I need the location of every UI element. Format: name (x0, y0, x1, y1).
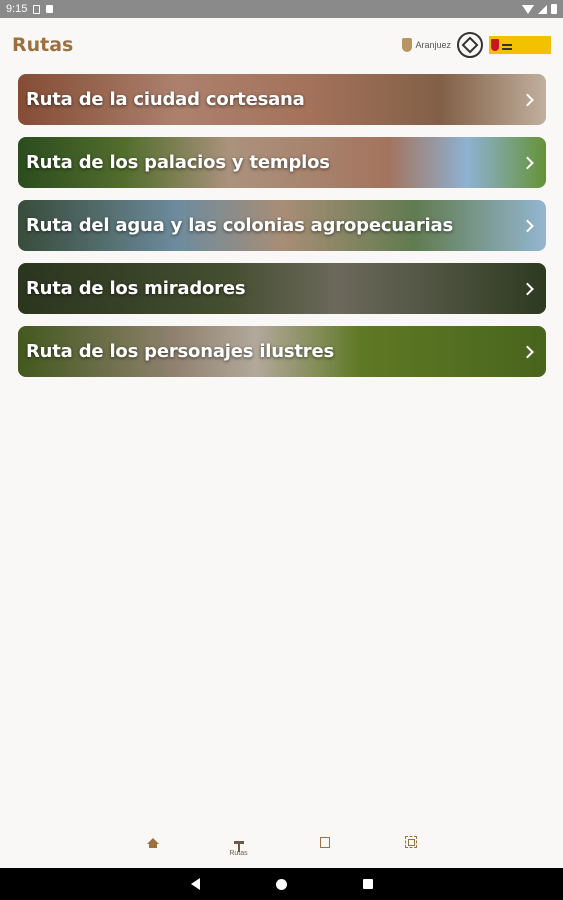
nav-home[interactable] (133, 836, 173, 848)
nav-rutas[interactable]: Rutas (219, 836, 259, 857)
shield-icon (491, 39, 499, 51)
bottom-navigation: Rutas (0, 828, 563, 868)
map-icon (319, 836, 331, 848)
unesco-logo (457, 32, 483, 58)
route-card-agua-colonias[interactable]: Ruta del agua y las colonias agropecuari… (18, 200, 546, 251)
system-navigation-bar (0, 868, 563, 900)
app-header: Rutas Aranjuez (0, 18, 563, 72)
status-bar: 9:15 (0, 0, 563, 18)
route-card-palacios-templos[interactable]: Ruta de los palacios y templos (18, 137, 546, 188)
aranjuez-logo: Aranjuez (402, 38, 451, 52)
notification-icon (33, 4, 41, 14)
government-logo (489, 36, 551, 54)
route-label: Ruta de la ciudad cortesana (26, 89, 305, 110)
route-card-personajes-ilustres[interactable]: Ruta de los personajes ilustres (18, 326, 546, 377)
nav-map[interactable] (305, 836, 345, 848)
scan-icon (404, 836, 417, 848)
home-icon (146, 836, 159, 848)
recent-apps-icon[interactable] (362, 879, 373, 889)
page-title: Rutas (12, 34, 74, 56)
crest-icon (402, 38, 413, 52)
back-icon[interactable] (190, 878, 200, 890)
signal-icon (538, 4, 547, 14)
route-label: Ruta de los palacios y templos (26, 152, 330, 173)
route-label: Ruta del agua y las colonias agropecuari… (26, 215, 453, 236)
route-card-ciudad-cortesana[interactable]: Ruta de la ciudad cortesana (18, 74, 546, 125)
aranjuez-logo-text: Aranjuez (415, 40, 451, 50)
status-time: 9:15 (6, 3, 28, 15)
sd-card-icon (46, 5, 54, 13)
route-list: Ruta de la ciudad cortesana Ruta de los … (18, 74, 546, 389)
signpost-icon (233, 836, 245, 852)
route-label: Ruta de los personajes ilustres (26, 341, 335, 362)
nav-scan[interactable] (391, 836, 431, 848)
wifi-icon (522, 4, 534, 14)
battery-icon (551, 4, 557, 14)
route-label: Ruta de los miradores (26, 278, 246, 299)
header-logos: Aranjuez (402, 32, 551, 58)
route-card-miradores[interactable]: Ruta de los miradores (18, 263, 546, 314)
home-button-icon[interactable] (275, 878, 287, 890)
